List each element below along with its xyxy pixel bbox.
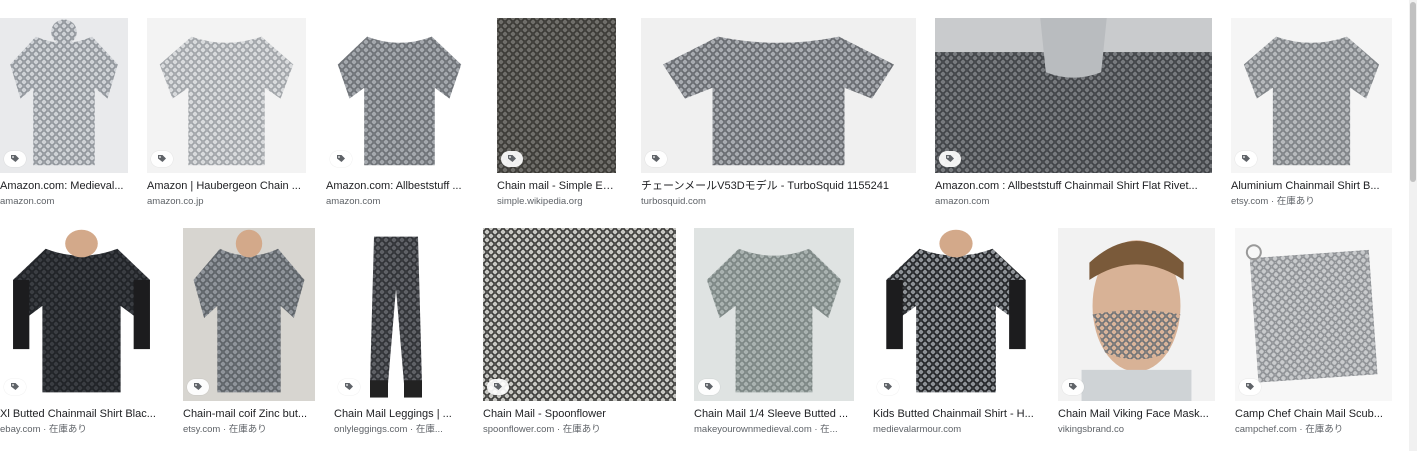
product-tag-icon — [4, 379, 26, 395]
product-tag-icon — [698, 379, 720, 395]
result-tile[interactable]: Camp Chef Chain Mail Scub... campchef.com… — [1235, 228, 1392, 441]
product-tag-icon — [645, 151, 667, 167]
result-tile[interactable]: Kids Butted Chainmail Shirt - H... mediev… — [873, 228, 1039, 441]
image-results-grid: Amazon.com: Medieval... amazon.com Amazon… — [0, 0, 1417, 451]
result-thumbnail[interactable] — [147, 18, 306, 173]
result-thumbnail[interactable] — [694, 228, 854, 401]
result-source: medievalarmour.com — [873, 424, 962, 435]
result-thumbnail[interactable] — [0, 228, 163, 401]
result-source: amazon.co.jp — [147, 196, 204, 207]
result-source: ebay.com · 在庫あり — [0, 424, 87, 435]
result-thumbnail[interactable] — [497, 18, 616, 173]
result-source: turbosquid.com — [641, 196, 706, 207]
product-tag-icon — [487, 379, 509, 395]
result-thumbnail[interactable] — [873, 228, 1039, 401]
result-source: amazon.com — [935, 196, 990, 207]
result-thumbnail[interactable] — [1231, 18, 1392, 173]
result-title[interactable]: Amazon | Haubergeon Chain ... — [147, 179, 306, 193]
product-tag-icon — [1239, 379, 1261, 395]
result-tile[interactable]: Xl Butted Chainmail Shirt Blac... ebay.co… — [0, 228, 163, 441]
result-source: simple.wikipedia.org — [497, 196, 583, 207]
result-tile[interactable]: Amazon.com : Allbeststuff Chainmail Shir… — [935, 18, 1212, 213]
result-title[interactable]: Aluminium Chainmail Shirt B... — [1231, 179, 1392, 193]
result-source: etsy.com · 在庫あり — [183, 424, 267, 435]
result-tile[interactable]: チェーンメールV53Dモデル - TurboSquid 1155241 turbo… — [641, 18, 916, 213]
product-tag-icon — [187, 379, 209, 395]
result-title[interactable]: Chain Mail Leggings | ... — [334, 407, 458, 421]
result-thumbnail[interactable] — [183, 228, 315, 401]
result-tile[interactable]: Chain mail - Simple En... simple.wikipedi… — [497, 18, 616, 213]
result-title[interactable]: Amazon.com: Medieval... — [0, 179, 128, 193]
result-thumbnail[interactable] — [334, 228, 458, 401]
result-tile[interactable]: Amazon.com: Allbeststuff ... amazon.com — [326, 18, 473, 213]
result-thumbnail[interactable] — [1235, 228, 1392, 401]
result-thumbnail[interactable] — [935, 18, 1212, 173]
product-tag-icon — [151, 151, 173, 167]
result-title[interactable]: Xl Butted Chainmail Shirt Blac... — [0, 407, 163, 421]
result-source: spoonflower.com · 在庫あり — [483, 424, 601, 435]
product-tag-icon — [338, 379, 360, 395]
result-title[interactable]: Chain mail - Simple En... — [497, 179, 616, 193]
result-source: amazon.com — [326, 196, 381, 207]
product-tag-icon — [330, 151, 352, 167]
product-tag-icon — [1062, 379, 1084, 395]
result-title[interactable]: Kids Butted Chainmail Shirt - H... — [873, 407, 1039, 421]
scrollbar[interactable] — [1409, 0, 1417, 451]
result-thumbnail[interactable] — [641, 18, 916, 173]
scrollbar-thumb[interactable] — [1410, 2, 1416, 182]
result-source: makeyourownmedieval.com · 在... — [694, 424, 838, 435]
result-title[interactable]: Chain-mail coif Zinc but... — [183, 407, 315, 421]
result-title[interactable]: Amazon.com: Allbeststuff ... — [326, 179, 473, 193]
result-tile[interactable]: Chain Mail Viking Face Mask... vikingsbra… — [1058, 228, 1215, 441]
result-source: campchef.com · 在庫あり — [1235, 424, 1344, 435]
result-tile[interactable]: Amazon.com: Medieval... amazon.com — [0, 18, 128, 213]
result-tile[interactable]: Aluminium Chainmail Shirt B... etsy.com ·… — [1231, 18, 1392, 213]
result-source: amazon.com — [0, 196, 55, 207]
result-title[interactable]: Chain Mail Viking Face Mask... — [1058, 407, 1215, 421]
result-source: etsy.com · 在庫あり — [1231, 196, 1315, 207]
result-source: vikingsbrand.co — [1058, 424, 1125, 435]
result-thumbnail[interactable] — [1058, 228, 1215, 401]
product-tag-icon — [939, 151, 961, 167]
result-tile[interactable]: Chain-mail coif Zinc but... etsy.com · 在庫… — [183, 228, 315, 441]
result-title[interactable]: Amazon.com : Allbeststuff Chainmail Shir… — [935, 179, 1212, 193]
product-tag-icon — [1235, 151, 1257, 167]
result-thumbnail[interactable] — [326, 18, 473, 173]
result-thumbnail[interactable] — [483, 228, 676, 401]
product-tag-icon — [4, 151, 26, 167]
result-tile[interactable]: Chain Mail Leggings | ... onlyleggings.co… — [334, 228, 458, 441]
product-tag-icon — [501, 151, 523, 167]
result-title[interactable]: チェーンメールV53Dモデル - TurboSquid 1155241 — [641, 179, 916, 193]
result-title[interactable]: Camp Chef Chain Mail Scub... — [1235, 407, 1392, 421]
result-tile[interactable]: Amazon | Haubergeon Chain ... amazon.co.j… — [147, 18, 306, 213]
result-tile[interactable]: Chain Mail 1/4 Sleeve Butted ... makeyour… — [694, 228, 854, 441]
result-title[interactable]: Chain Mail - Spoonflower — [483, 407, 676, 421]
result-thumbnail[interactable] — [0, 18, 128, 173]
result-tile[interactable]: Chain Mail - Spoonflower spoonflower.com … — [483, 228, 676, 441]
product-tag-icon — [877, 379, 899, 395]
result-source: onlyleggings.com · 在庫... — [334, 424, 443, 435]
result-title[interactable]: Chain Mail 1/4 Sleeve Butted ... — [694, 407, 854, 421]
